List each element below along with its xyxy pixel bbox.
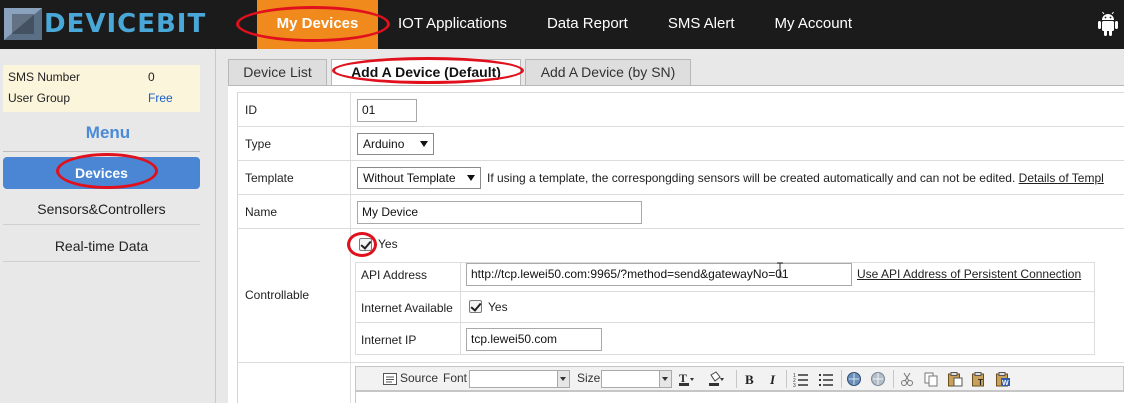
persistent-connection-link[interactable]: Use API Address of Persistent Connection: [857, 267, 1081, 281]
brand-name: DEVICEBIT: [44, 9, 207, 39]
api-address-field[interactable]: http://tcp.lewei50.com:9965/?method=send…: [466, 263, 852, 286]
size-select[interactable]: [601, 370, 672, 388]
type-label: Type: [245, 137, 272, 151]
form-row-divider: [238, 228, 1124, 229]
form-row-divider: [238, 126, 1124, 127]
svg-text:T: T: [679, 371, 687, 385]
template-note: If using a template, the correspongding …: [487, 171, 1104, 185]
controllable-checkbox[interactable]: [359, 238, 372, 251]
chevron-down-icon: [659, 371, 671, 387]
controllable-check-label: Yes: [378, 237, 398, 251]
account-info-box: SMS Number 0 User Group Free: [3, 65, 200, 112]
ordered-list-icon[interactable]: 1 2 3: [793, 371, 809, 387]
info-key: SMS Number: [8, 70, 81, 84]
subtable-column-divider: [460, 263, 461, 354]
tab-add-device-by-sn[interactable]: Add A Device (by SN): [525, 59, 691, 85]
paste-text-icon[interactable]: T: [971, 371, 987, 387]
internet-available-checkbox[interactable]: [469, 300, 482, 313]
chevron-down-icon: [420, 141, 428, 147]
nav-data-report[interactable]: Data Report: [527, 0, 648, 49]
editor-content-area[interactable]: [355, 391, 1124, 403]
internet-available-check-label: Yes: [488, 300, 508, 314]
api-address-label: API Address: [361, 268, 428, 282]
info-value: 0: [148, 70, 155, 84]
subtable-row-divider: [356, 322, 1094, 323]
sidebar-item-real-time-data[interactable]: Real-time Data: [3, 230, 200, 262]
form-row-divider: [238, 92, 1124, 93]
android-icon[interactable]: [1098, 11, 1118, 37]
nav-my-account[interactable]: My Account: [755, 0, 873, 49]
subtable-row-divider: [356, 291, 1094, 292]
internet-available-label: Internet Available: [361, 301, 453, 315]
toolbar-separator: [841, 370, 842, 388]
copy-icon[interactable]: [923, 371, 939, 387]
svg-text:I: I: [769, 372, 776, 387]
editor-toolbar: Source Font Size T B I 1 2 3 T W: [355, 366, 1124, 391]
svg-text:3: 3: [793, 383, 796, 387]
menu-divider: [3, 151, 200, 152]
info-key: User Group: [8, 91, 71, 105]
template-details-link[interactable]: Details of Templ: [1019, 171, 1104, 185]
id-field[interactable]: 01: [357, 99, 417, 122]
toolbar-separator: [786, 370, 787, 388]
name-field[interactable]: My Device: [357, 201, 642, 224]
form-column-divider: [350, 92, 351, 403]
info-row-sms-number: SMS Number 0: [8, 70, 198, 90]
bullet-list-icon[interactable]: [818, 371, 834, 387]
link-icon[interactable]: [846, 371, 862, 387]
svg-text:W: W: [1002, 380, 1009, 387]
main-nav: My Devices IOT Applications Data Report …: [257, 0, 872, 49]
text-cursor-icon: [777, 262, 783, 278]
nav-my-devices[interactable]: My Devices: [257, 0, 378, 49]
info-value[interactable]: Free: [148, 91, 173, 105]
top-navigation-bar: DEVICEBIT My Devices IOT Applications Da…: [0, 0, 1124, 49]
toolbar-separator: [736, 370, 737, 388]
source-icon: [383, 373, 397, 385]
font-label: Font: [443, 371, 468, 385]
template-label: Template: [245, 171, 294, 185]
sidebar-item-devices[interactable]: Devices: [3, 157, 200, 189]
internet-ip-label: Internet IP: [361, 333, 417, 347]
size-label: Size: [577, 371, 601, 385]
svg-text:B: B: [745, 372, 754, 387]
type-select-value: Arduino: [363, 137, 405, 151]
type-select[interactable]: Arduino: [357, 133, 434, 155]
nav-iot-applications[interactable]: IOT Applications: [378, 0, 527, 49]
cut-icon[interactable]: [899, 371, 915, 387]
template-note-text: If using a template, the correspongding …: [487, 171, 1016, 185]
template-select[interactable]: Without Template: [357, 167, 481, 189]
chevron-down-icon: [467, 175, 475, 181]
info-row-user-group: User Group Free: [8, 91, 198, 111]
name-label: Name: [245, 205, 278, 219]
italic-icon[interactable]: I: [765, 371, 781, 387]
brand-logo[interactable]: DEVICEBIT: [0, 0, 230, 49]
tab-add-device-default[interactable]: Add A Device (Default): [331, 59, 521, 86]
logo-mark-icon: [4, 8, 42, 40]
controllable-label: Controllable: [245, 288, 310, 302]
chevron-down-icon: [557, 371, 569, 387]
paste-icon[interactable]: [947, 371, 963, 387]
source-button[interactable]: Source: [400, 371, 438, 385]
template-select-value: Without Template: [363, 171, 456, 185]
text-color-icon[interactable]: T: [678, 371, 694, 387]
svg-text:T: T: [978, 378, 983, 387]
internet-ip-field[interactable]: tcp.lewei50.com: [466, 328, 602, 351]
sidebar-item-sensors-controllers[interactable]: Sensors&Controllers: [3, 193, 200, 225]
menu-title: Menu: [85, 123, 131, 142]
form-row-divider: [238, 160, 1124, 161]
toolbar-separator: [893, 370, 894, 388]
unlink-icon[interactable]: [870, 371, 886, 387]
form-row-divider: [238, 362, 1124, 363]
nav-sms-alert[interactable]: SMS Alert: [648, 0, 755, 49]
paste-word-icon[interactable]: W: [995, 371, 1011, 387]
bold-icon[interactable]: B: [741, 371, 757, 387]
tab-device-list[interactable]: Device List: [228, 59, 327, 85]
font-select[interactable]: [469, 370, 570, 388]
bg-color-icon[interactable]: [708, 371, 724, 387]
sidebar: SMS Number 0 User Group Free Menu Device…: [0, 49, 216, 403]
id-label: ID: [245, 103, 257, 117]
form-row-divider: [238, 194, 1124, 195]
